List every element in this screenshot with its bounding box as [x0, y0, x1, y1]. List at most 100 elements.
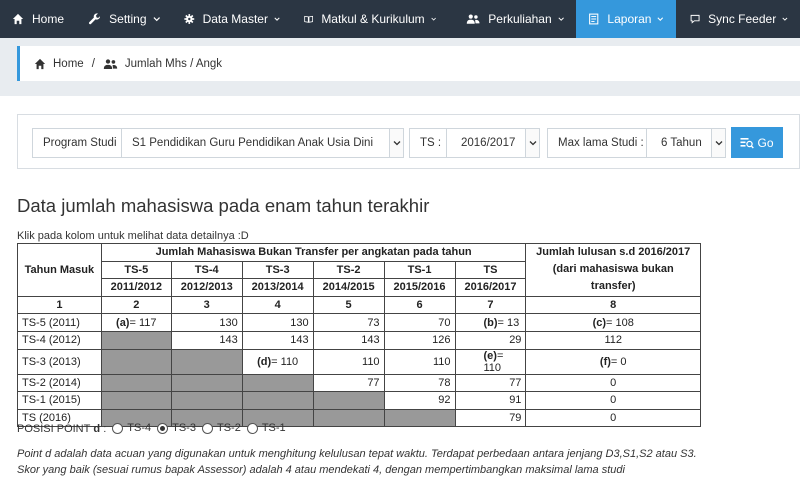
col-number: 3	[170, 295, 243, 315]
empty-cell	[100, 330, 172, 350]
data-cell[interactable]: 143	[241, 330, 314, 350]
cell-value: = 13	[497, 316, 520, 329]
nav-sync-label: Sync Feeder	[708, 12, 777, 26]
data-cell[interactable]: 92	[383, 391, 456, 410]
chevron-down-icon	[711, 129, 725, 157]
data-cell[interactable]: 110	[383, 348, 456, 375]
users-icon	[466, 14, 480, 24]
cell-value: 112	[604, 334, 622, 347]
chevron-down-icon	[389, 129, 403, 157]
book-icon	[304, 15, 314, 23]
hint-text: Klik pada kolom untuk melihat data detai…	[17, 230, 249, 242]
data-cell[interactable]: 130	[170, 313, 243, 332]
point-tag: (c)	[592, 316, 607, 329]
go-button[interactable]: Go	[731, 127, 783, 158]
posisi-radio-ts-4[interactable]: TS-4	[112, 422, 151, 434]
data-cell[interactable]: (d)= 110	[241, 348, 314, 375]
posisi-radio-ts-3[interactable]: TS-3	[157, 422, 196, 434]
cell-value: 78	[438, 376, 451, 389]
data-cell[interactable]: 29	[454, 330, 527, 350]
cell-value: 0	[610, 376, 617, 389]
data-cell[interactable]: 143	[170, 330, 243, 350]
table-row: TS-2 (2014) 77 78 77 0	[17, 373, 701, 393]
program-studi-select[interactable]: S1 Pendidikan Guru Pendidikan Anak Usia …	[121, 128, 404, 158]
posisi-radio-ts-1[interactable]: TS-1	[246, 422, 286, 434]
data-cell[interactable]: 143	[312, 330, 385, 350]
data-cell[interactable]: (b)= 13	[454, 313, 527, 332]
nav-home-label: Home	[31, 12, 64, 26]
nav-setting-label: Setting	[109, 12, 147, 26]
col-ts2-year: 2014/2015	[312, 278, 385, 297]
data-cell[interactable]: (e)= 110	[454, 348, 527, 375]
breadcrumb-separator: /	[91, 57, 95, 70]
nav-setting[interactable]: Setting	[76, 0, 172, 38]
cell-value: 91	[509, 394, 522, 407]
home-icon	[12, 13, 24, 25]
radio-circle[interactable]	[246, 422, 258, 434]
radio-circle[interactable]	[201, 422, 213, 434]
col-ts5-year: 2011/2012	[100, 278, 172, 297]
data-cell[interactable]: 79	[454, 408, 527, 428]
data-cell[interactable]: 70	[383, 313, 456, 332]
point-tag: (d)	[257, 355, 272, 368]
data-cell[interactable]: 130	[241, 313, 314, 332]
radio-circle[interactable]	[157, 422, 169, 434]
radio-circle[interactable]	[112, 422, 124, 434]
cell-value: 110	[362, 355, 380, 368]
data-cell[interactable]: 73	[312, 313, 385, 332]
breadcrumb-home-link[interactable]: Home	[53, 58, 84, 70]
empty-cell	[312, 408, 385, 428]
nav-data-master[interactable]: Data Master	[172, 0, 292, 38]
empty-cell	[100, 373, 172, 393]
chevron-down-icon	[782, 17, 788, 21]
posisi-radio-ts-2[interactable]: TS-2	[201, 422, 241, 434]
comment-icon	[690, 14, 700, 24]
data-cell[interactable]: 77	[454, 373, 527, 393]
empty-cell	[312, 391, 385, 410]
nav-perkuliahan[interactable]: Perkuliahan	[448, 0, 576, 38]
data-cell[interactable]: 78	[383, 373, 456, 393]
data-cell[interactable]: 91	[454, 391, 527, 410]
lulusan-cell[interactable]: 112	[525, 330, 701, 350]
lulusan-cell[interactable]: 0	[525, 391, 701, 410]
data-cell[interactable]: 77	[312, 373, 385, 393]
table-row: TS-1 (2015) 92 91 0	[17, 391, 701, 410]
cell-value: = 108	[606, 316, 634, 329]
nav-matkul-kurikulum[interactable]: Matkul & Kurikulum	[292, 0, 448, 38]
cell-value: 79	[509, 412, 522, 425]
table-row: TS-3 (2013) (d)= 110 110 110 (e)= 110 (f)= 0	[17, 348, 701, 375]
lulusan-cell[interactable]: 0	[525, 373, 701, 393]
chevron-down-icon	[558, 17, 564, 21]
student-count-table: Tahun Masuk Jumlah Mahasiswa Bukan Trans…	[17, 243, 701, 428]
col-lulusan-line1: Jumlah lulusan s.d 2016/2017	[536, 246, 691, 259]
lulusan-cell[interactable]: 0	[525, 408, 701, 428]
col-number: 6	[383, 295, 456, 315]
empty-cell	[170, 373, 243, 393]
max-lama-studi-select[interactable]: 6 Tahun	[646, 128, 726, 158]
col-ts5-code: TS-5	[100, 260, 172, 280]
row-label: TS-5 (2011)	[17, 313, 102, 332]
lulusan-cell[interactable]: (f)= 0	[525, 348, 701, 375]
data-cell[interactable]: 110	[312, 348, 385, 375]
nav-home[interactable]: Home	[0, 0, 76, 38]
col-number: 5	[312, 295, 385, 315]
users-icon	[103, 58, 118, 69]
cell-value: 126	[432, 334, 451, 347]
data-cell[interactable]: 126	[383, 330, 456, 350]
posisi-point-group: POSISI POINT d : TS-4 TS-3 TS-2 TS-1	[17, 422, 286, 437]
wrench-icon	[88, 13, 101, 25]
chevron-down-icon	[657, 17, 664, 21]
nav-sync-feeder[interactable]: Sync Feeder	[676, 0, 800, 38]
max-lama-studi-value: 6 Tahun	[661, 137, 702, 149]
cell-value: = 110	[271, 355, 299, 368]
ts-value: 2016/2017	[461, 137, 516, 149]
col-number: 8	[525, 295, 701, 315]
table-row: TS-4 (2012) 143 143 143 126 29 112	[17, 330, 701, 350]
lulusan-cell[interactable]: (c)= 108	[525, 313, 701, 332]
col-ts1-code: TS-1	[383, 260, 456, 280]
data-cell[interactable]: (a)= 117	[100, 313, 172, 332]
nav-laporan[interactable]: Laporan	[576, 0, 676, 38]
cell-value: 70	[438, 316, 451, 329]
report-icon	[589, 13, 599, 25]
ts-select[interactable]: 2016/2017	[446, 128, 540, 158]
